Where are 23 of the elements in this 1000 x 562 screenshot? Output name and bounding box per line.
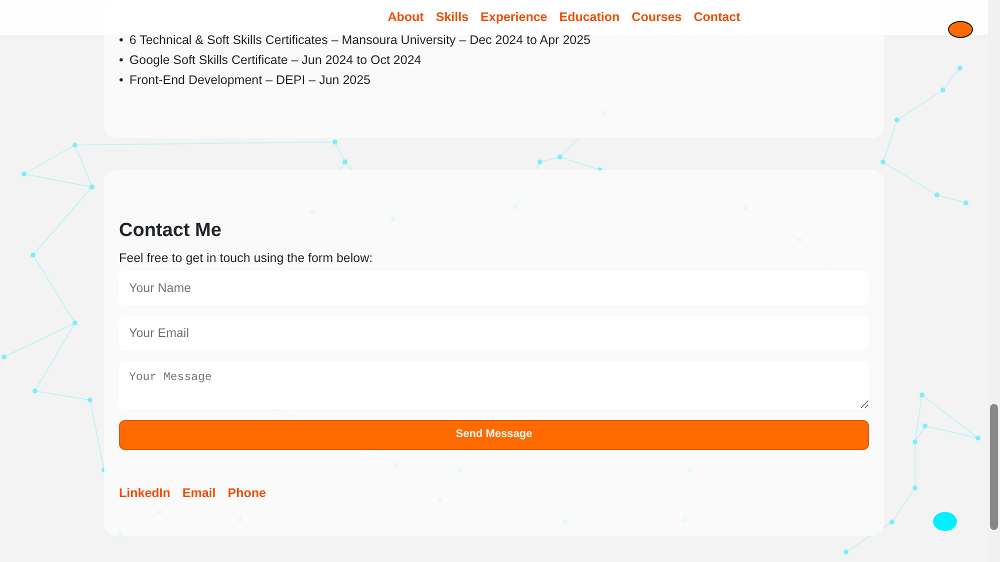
course-item: Google Soft Skills Certificate – Jun 2024 to Oct 2024 — [129, 52, 422, 69]
contact-title: Contact Me — [119, 220, 222, 243]
social-link[interactable]: Phone — [228, 484, 266, 502]
nav-link[interactable]: Contact — [694, 8, 740, 27]
message-field[interactable]: Your Message — [119, 360, 869, 409]
course-item: Front-End Development – DEPI – Jun 2025 — [129, 72, 370, 89]
nav-link[interactable]: Skills — [436, 8, 469, 27]
nav-link[interactable]: About — [388, 8, 424, 27]
floating-circle — [933, 512, 957, 531]
nav-link[interactable]: Experience — [480, 8, 548, 27]
bullet: • — [119, 52, 124, 69]
course-item: 6 Technical & Soft Skills Certificates – Mansoura University – Dec 2024 to Apr 2025 — [129, 32, 590, 49]
social-link[interactable]: LinkedIn — [119, 484, 170, 502]
bullet: • — [119, 72, 124, 89]
contact-intro: Feel free to get in touch using the form below: — [119, 250, 374, 267]
send-message-button[interactable]: Send Message — [119, 420, 869, 450]
scrollbar-thumb[interactable] — [990, 404, 998, 530]
social-link[interactable]: Email — [182, 484, 216, 502]
nav-link[interactable]: Education — [559, 8, 620, 27]
input-field[interactable]: Your Email — [119, 316, 869, 350]
input-field[interactable]: Your Name — [119, 270, 869, 305]
bullet: • — [119, 32, 124, 49]
nav-link[interactable]: Courses — [632, 8, 682, 27]
